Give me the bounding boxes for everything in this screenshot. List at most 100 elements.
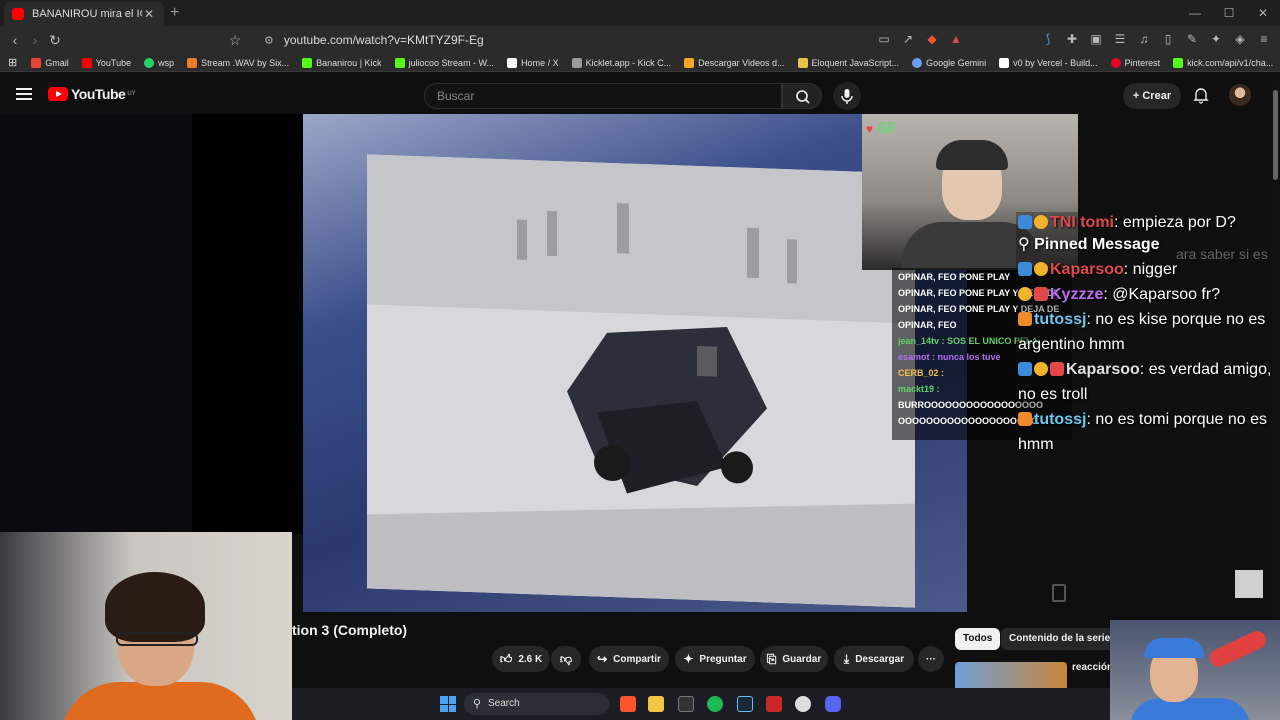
bookmark-item[interactable]: Home / X [507, 57, 559, 68]
maximize-icon[interactable]: ☐ [1212, 0, 1246, 26]
notifications-bell-icon[interactable] [1192, 86, 1210, 104]
bookmark-item[interactable]: YouTube [81, 57, 131, 68]
chip-series-content[interactable]: Contenido de la serie [1001, 628, 1119, 650]
save-button[interactable]: ⎘ Guardar [760, 646, 828, 672]
badge-icon [1018, 362, 1032, 376]
bookmark-icon[interactable]: ☆ [226, 31, 244, 49]
chat-message: Kaparsoo: es verdad amigo, no es troll [1018, 361, 1272, 403]
kicklet-icon [571, 57, 582, 68]
ask-button[interactable]: ✦ Preguntar [675, 646, 755, 672]
vpn-icon[interactable]: ◈ [1232, 31, 1248, 47]
url-text: youtube.com/watch?v=KMtTYZ9F-Eg [283, 33, 484, 47]
taskbar-search-input[interactable]: Search [464, 693, 609, 715]
brave-browser-icon[interactable] [620, 696, 636, 712]
new-tab-button[interactable]: + [170, 4, 179, 22]
bookmark-item[interactable]: Stream .WAV by Six... [187, 57, 289, 68]
extension-1-icon[interactable]: ⟆ [1040, 31, 1056, 47]
share-icon[interactable]: ↗ [900, 31, 916, 47]
voice-search-button[interactable] [833, 82, 861, 110]
apps-icon[interactable]: ⊞ [8, 56, 17, 69]
search-button[interactable] [782, 83, 822, 109]
bookmark-item[interactable]: Pinterest [1110, 57, 1160, 68]
chat-message: TNI tomi: empieza por D? [1018, 212, 1274, 232]
bookmark-item[interactable]: v0 by Vercel - Build... [999, 57, 1098, 68]
reload-icon[interactable]: ↻ [46, 31, 64, 49]
notification-icon[interactable]: ✎ [1184, 31, 1200, 47]
music-icon[interactable]: ♫ [1136, 31, 1152, 47]
browser-tab[interactable]: BANANIROU mira el ICEBERG ✕ [4, 2, 164, 26]
steam-icon[interactable] [737, 696, 753, 712]
share-button[interactable]: ↪ Compartir [589, 646, 669, 672]
chip-all[interactable]: Todos [955, 628, 1001, 650]
microphone-icon [841, 89, 853, 104]
badge-icon [1034, 362, 1048, 376]
address-bar[interactable]: ⚙ youtube.com/watch?v=KMtTYZ9F-Eg [252, 29, 972, 51]
terminal-icon[interactable] [678, 696, 694, 712]
app-icon[interactable] [766, 696, 782, 712]
create-button[interactable]: + Crear [1123, 83, 1181, 109]
tab-title: BANANIROU mira el ICEBERG [32, 8, 142, 20]
search-input[interactable]: Buscar [424, 83, 782, 109]
site-info-icon[interactable]: ⚙ [264, 34, 274, 47]
browser-tab-bar: BANANIROU mira el ICEBERG ✕ + — ☐ ✕ [0, 0, 1280, 26]
close-tab-icon[interactable]: ✕ [142, 7, 156, 21]
youtube-header: YouTube UY Buscar + Crear [0, 76, 1280, 114]
file-explorer-icon[interactable] [648, 696, 664, 712]
cast-icon[interactable]: ▭ [876, 31, 892, 47]
leo-icon[interactable]: ✦ [1208, 31, 1224, 47]
avatar[interactable] [1229, 84, 1251, 106]
puzzle-icon[interactable]: ✚ [1064, 31, 1080, 47]
bookmark-item[interactable]: Kicklet.app - Kick C... [571, 57, 671, 68]
bookmark-item[interactable]: kick.com/api/v1/cha... [1173, 57, 1273, 68]
plus-icon: + [1132, 90, 1143, 102]
bookmark-item[interactable]: Gmail [31, 57, 69, 68]
spotify-icon[interactable] [707, 696, 723, 712]
close-window-icon[interactable]: ✕ [1246, 0, 1280, 26]
kick-icon [302, 57, 313, 68]
discord-icon[interactable] [825, 696, 841, 712]
youtube-logo[interactable]: YouTube UY [48, 86, 136, 102]
share-icon: ↪ [597, 652, 608, 666]
badge-icon [1018, 287, 1032, 301]
dislike-button[interactable]: 👎︎ [551, 646, 581, 672]
bookmark-item[interactable]: Google Gemini [912, 57, 986, 68]
bookmark-item[interactable]: Descargar Videos d... [684, 57, 785, 68]
sidebar-icon[interactable]: ▯ [1160, 31, 1176, 47]
badge-icon [1050, 362, 1064, 376]
badge-icon [1018, 412, 1032, 426]
bookmark-item[interactable]: Bananirou | Kick [302, 57, 382, 68]
guide-menu-icon[interactable] [16, 88, 32, 100]
scrollbar-thumb[interactable] [1273, 90, 1278, 180]
more-actions-button[interactable]: ··· [918, 646, 944, 672]
minimize-icon[interactable]: — [1178, 0, 1212, 26]
download-button[interactable]: ⤓ Descargar [834, 646, 914, 672]
stream-chat-large: TNI tomi: empieza por D? ⚲ Pinned Messag… [1016, 212, 1274, 480]
youtube-play-icon [48, 87, 68, 101]
windows-taskbar [292, 688, 1110, 720]
viewer-count: ♥ 68 [866, 120, 895, 137]
forward-icon[interactable]: › [26, 31, 44, 49]
mini-thumbnail[interactable] [1235, 570, 1263, 598]
search-icon [796, 90, 810, 104]
bookmark-item[interactable]: wsp [144, 57, 174, 68]
related-video-title[interactable]: reacción [1072, 662, 1113, 673]
like-button[interactable]: 👍︎ 2.6 K [492, 646, 550, 672]
gmail-icon [31, 57, 42, 68]
pin-icon: ⚲ [1018, 236, 1035, 253]
hamburger-menu-icon[interactable]: ≡ [1256, 31, 1272, 47]
brave-shield-icon[interactable]: ◆ [924, 31, 940, 47]
badge-icon [1034, 287, 1048, 301]
wallet-icon[interactable]: ▣ [1088, 31, 1104, 47]
windows-start-icon[interactable] [440, 696, 456, 712]
sparkle-icon: ✦ [683, 652, 694, 666]
bookmark-item[interactable]: juliocoo Stream - W... [394, 57, 494, 68]
badge-icon [1018, 312, 1032, 326]
github-icon[interactable] [795, 696, 811, 712]
kick-icon [394, 57, 405, 68]
bookmarks-bar: ⊞ Gmail YouTube wsp Stream .WAV by Six..… [0, 54, 1280, 72]
bookmark-item[interactable]: Eloquent JavaScript... [797, 57, 899, 68]
back-icon[interactable]: ‹ [6, 31, 24, 49]
rewards-icon[interactable]: ▲ [948, 31, 964, 47]
menu-icon[interactable]: ☰ [1112, 31, 1128, 47]
badge-icon [1034, 215, 1048, 229]
